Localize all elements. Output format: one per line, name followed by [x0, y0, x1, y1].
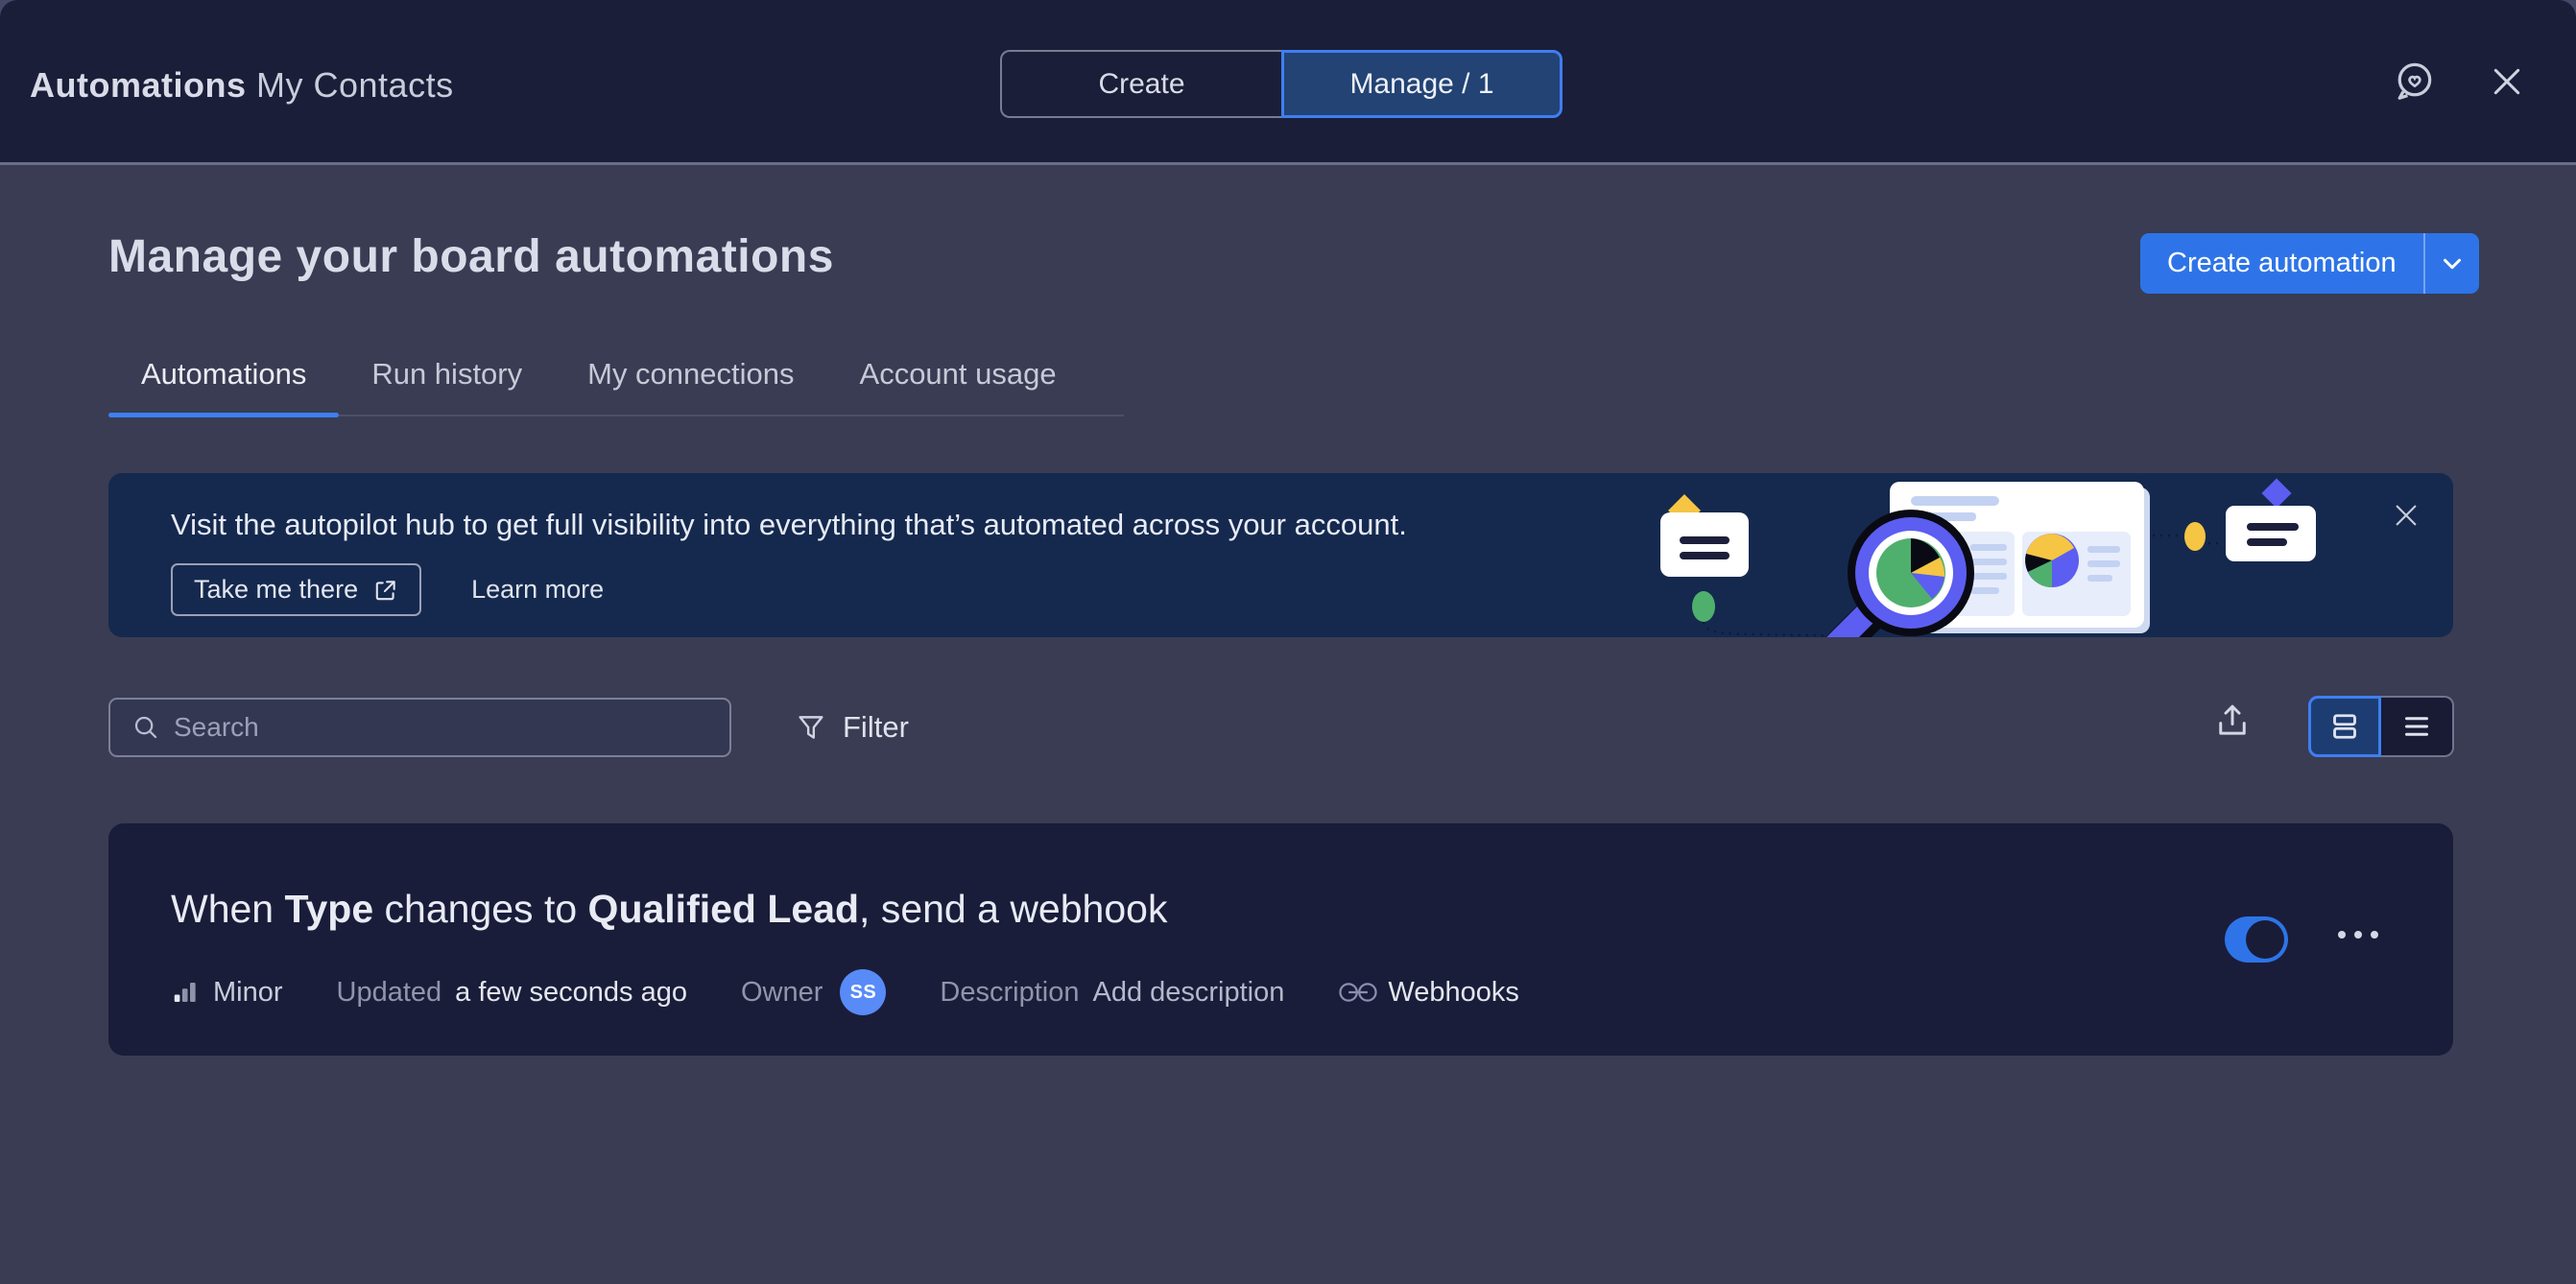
top-bar: Automations My Contacts Create Manage / …	[0, 0, 2576, 165]
automation-card[interactable]: When Type changes to Qualified Lead, sen…	[108, 823, 2453, 1056]
feedback-bubble-heart-icon	[2392, 59, 2436, 104]
create-automation-button[interactable]: Create automation	[2140, 233, 2425, 294]
search-icon	[131, 713, 160, 742]
banner-close-icon	[2391, 500, 2421, 531]
export-upload-icon	[2212, 701, 2253, 741]
window-title: Automations My Contacts	[30, 65, 454, 106]
toggle-knob	[2246, 920, 2284, 959]
list-view-button[interactable]	[2381, 696, 2454, 757]
owner-label: Owner	[741, 977, 823, 1009]
ellipsis-dot	[2354, 931, 2362, 939]
tab-create[interactable]: Create	[1000, 50, 1281, 118]
automations-modal: Automations My Contacts Create Manage / …	[0, 0, 2576, 1284]
banner-message: Visit the autopilot hub to get full visi…	[171, 508, 1407, 542]
owner-avatar[interactable]: SS	[840, 969, 886, 1015]
add-description-link[interactable]: Add description	[1092, 977, 1284, 1009]
connection-app-label[interactable]: Webhooks	[1388, 977, 1519, 1009]
sentence-trigger-field: Type	[285, 887, 374, 931]
tab-manage[interactable]: Manage / 1	[1281, 50, 1562, 118]
automation-sentence: When Type changes to Qualified Lead, sen…	[171, 887, 1167, 932]
list-view-icon	[2399, 709, 2434, 744]
tab-my-connections[interactable]: My connections	[555, 357, 826, 415]
view-toggle	[2308, 696, 2454, 757]
external-link-icon	[373, 578, 398, 603]
feedback-button[interactable]	[2392, 59, 2436, 104]
banner-actions: Take me there Learn more	[171, 563, 604, 616]
autopilot-banner: Visit the autopilot hub to get full visi…	[108, 473, 2453, 637]
description-label: Description	[940, 977, 1079, 1009]
filter-button[interactable]: Filter	[795, 698, 909, 757]
webhook-link-icon	[1338, 978, 1378, 1007]
tab-automations[interactable]: Automations	[108, 357, 339, 415]
search-box	[108, 698, 731, 757]
window-title-primary: Automations	[30, 65, 247, 105]
complexity-label: Minor	[213, 977, 283, 1009]
close-modal-button[interactable]	[2488, 62, 2526, 101]
tab-run-history[interactable]: Run history	[339, 357, 555, 415]
close-icon	[2488, 62, 2526, 101]
create-automation-split-button: Create automation	[2140, 233, 2479, 294]
learn-more-link[interactable]: Learn more	[471, 575, 604, 605]
sentence-prefix: When	[171, 887, 285, 931]
search-input[interactable]	[174, 712, 673, 743]
sentence-suffix: , send a webhook	[859, 887, 1167, 931]
automation-meta-row: Minor Updated a few seconds ago Owner SS…	[171, 969, 1519, 1015]
automation-menu-button[interactable]	[2338, 931, 2378, 939]
updated-value: a few seconds ago	[455, 977, 687, 1009]
take-me-there-label: Take me there	[194, 575, 358, 605]
banner-close-button[interactable]	[2391, 500, 2421, 531]
sentence-middle: changes to	[373, 887, 587, 931]
topbar-actions	[2392, 59, 2526, 104]
take-me-there-button[interactable]: Take me there	[171, 563, 421, 616]
filter-label: Filter	[843, 710, 909, 745]
create-manage-switcher: Create Manage / 1	[1000, 50, 1562, 118]
export-button[interactable]	[2212, 701, 2253, 744]
automation-active-toggle[interactable]	[2225, 916, 2288, 963]
page-title: Manage your board automations	[108, 230, 834, 283]
complexity-bars-icon	[171, 978, 200, 1007]
sentence-trigger-value: Qualified Lead	[588, 887, 860, 931]
chevron-down-icon	[2438, 250, 2467, 278]
cards-view-button[interactable]	[2308, 696, 2381, 757]
tab-account-usage[interactable]: Account usage	[827, 357, 1089, 415]
create-automation-dropdown-button[interactable]	[2425, 233, 2479, 294]
ellipsis-dot	[2338, 931, 2346, 939]
autopilot-illustration	[1615, 473, 2441, 637]
cards-view-icon	[2327, 709, 2362, 744]
section-tabs: Automations Run history My connections A…	[108, 357, 1124, 416]
window-title-board: My Contacts	[256, 65, 454, 105]
updated-label: Updated	[337, 977, 442, 1009]
filter-funnel-icon	[795, 711, 827, 744]
ellipsis-dot	[2371, 931, 2378, 939]
